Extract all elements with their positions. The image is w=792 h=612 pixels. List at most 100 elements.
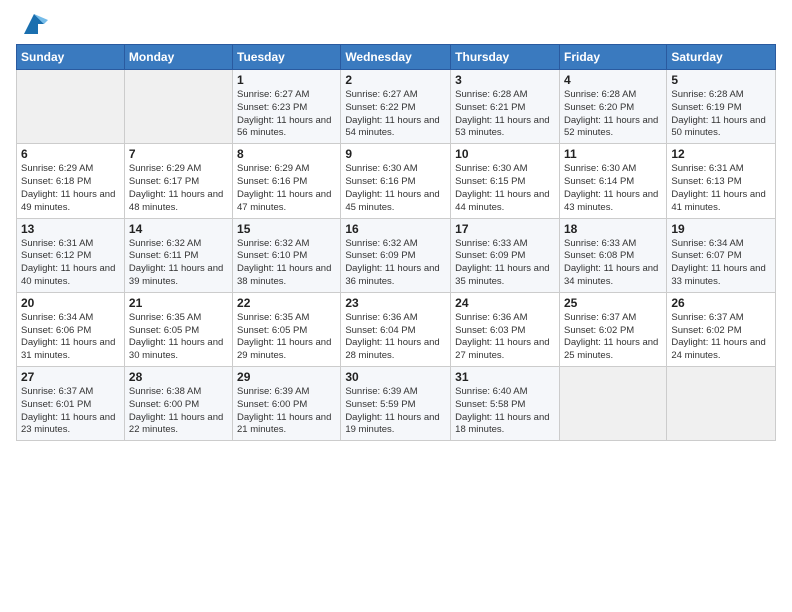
- day-number: 15: [237, 222, 336, 236]
- day-number: 31: [455, 370, 555, 384]
- day-number: 10: [455, 147, 555, 161]
- weekday-header-saturday: Saturday: [667, 45, 776, 70]
- calendar-body: 1Sunrise: 6:27 AMSunset: 6:23 PMDaylight…: [17, 70, 776, 441]
- day-number: 5: [671, 73, 771, 87]
- day-info: Sunrise: 6:28 AMSunset: 6:21 PMDaylight:…: [455, 89, 555, 140]
- day-cell: 5 Sunrise: 6:28 AMSunset: 6:19 PMDaylight…: [667, 70, 776, 144]
- day-info: Sunrise: 6:29 AMSunset: 6:18 PMDaylight:…: [21, 163, 120, 214]
- day-info: Sunrise: 6:31 AMSunset: 6:12 PMDaylight:…: [21, 238, 120, 289]
- day-cell: 14 Sunrise: 6:32 AMSunset: 6:11 PMDayligh…: [124, 218, 232, 292]
- day-number: 25: [564, 296, 662, 310]
- day-cell: [559, 367, 666, 441]
- day-info: Sunrise: 6:34 AMSunset: 6:07 PMDaylight:…: [671, 238, 771, 289]
- day-cell: 17 Sunrise: 6:33 AMSunset: 6:09 PMDayligh…: [451, 218, 560, 292]
- day-cell: 31 Sunrise: 6:40 AMSunset: 5:58 PMDayligh…: [451, 367, 560, 441]
- day-info: Sunrise: 6:32 AMSunset: 6:10 PMDaylight:…: [237, 238, 336, 289]
- day-cell: 10 Sunrise: 6:30 AMSunset: 6:15 PMDayligh…: [451, 144, 560, 218]
- day-number: 8: [237, 147, 336, 161]
- day-cell: 1Sunrise: 6:27 AMSunset: 6:23 PMDaylight…: [233, 70, 341, 144]
- day-info: Sunrise: 6:33 AMSunset: 6:08 PMDaylight:…: [564, 238, 662, 289]
- day-info: Sunrise: 6:37 AMSunset: 6:02 PMDaylight:…: [671, 312, 771, 363]
- weekday-header-friday: Friday: [559, 45, 666, 70]
- logo: [16, 14, 48, 38]
- day-info: Sunrise: 6:28 AMSunset: 6:20 PMDaylight:…: [564, 89, 662, 140]
- day-cell: 30 Sunrise: 6:39 AMSunset: 5:59 PMDayligh…: [341, 367, 451, 441]
- day-info: Sunrise: 6:39 AMSunset: 5:59 PMDaylight:…: [345, 386, 446, 437]
- weekday-header-monday: Monday: [124, 45, 232, 70]
- calendar-header: SundayMondayTuesdayWednesdayThursdayFrid…: [17, 45, 776, 70]
- day-number: 24: [455, 296, 555, 310]
- day-info: Sunrise: 6:31 AMSunset: 6:13 PMDaylight:…: [671, 163, 771, 214]
- day-info: Sunrise: 6:27 AMSunset: 6:23 PMDaylight:…: [237, 89, 336, 140]
- day-number: 17: [455, 222, 555, 236]
- day-number: 21: [129, 296, 228, 310]
- day-info: Sunrise: 6:28 AMSunset: 6:19 PMDaylight:…: [671, 89, 771, 140]
- day-info: Sunrise: 6:40 AMSunset: 5:58 PMDaylight:…: [455, 386, 555, 437]
- day-number: 30: [345, 370, 446, 384]
- day-info: Sunrise: 6:29 AMSunset: 6:17 PMDaylight:…: [129, 163, 228, 214]
- day-number: 28: [129, 370, 228, 384]
- day-number: 14: [129, 222, 228, 236]
- weekday-header-sunday: Sunday: [17, 45, 125, 70]
- day-cell: 15 Sunrise: 6:32 AMSunset: 6:10 PMDayligh…: [233, 218, 341, 292]
- day-info: Sunrise: 6:32 AMSunset: 6:09 PMDaylight:…: [345, 238, 446, 289]
- week-row-1: 1Sunrise: 6:27 AMSunset: 6:23 PMDaylight…: [17, 70, 776, 144]
- week-row-5: 27 Sunrise: 6:37 AMSunset: 6:01 PMDayligh…: [17, 367, 776, 441]
- day-info: Sunrise: 6:35 AMSunset: 6:05 PMDaylight:…: [237, 312, 336, 363]
- header: [16, 10, 776, 38]
- day-number: 9: [345, 147, 446, 161]
- day-info: Sunrise: 6:29 AMSunset: 6:16 PMDaylight:…: [237, 163, 336, 214]
- day-number: 22: [237, 296, 336, 310]
- weekday-row: SundayMondayTuesdayWednesdayThursdayFrid…: [17, 45, 776, 70]
- day-cell: 11 Sunrise: 6:30 AMSunset: 6:14 PMDayligh…: [559, 144, 666, 218]
- day-info: Sunrise: 6:35 AMSunset: 6:05 PMDaylight:…: [129, 312, 228, 363]
- week-row-2: 6 Sunrise: 6:29 AMSunset: 6:18 PMDaylight…: [17, 144, 776, 218]
- day-cell: 8 Sunrise: 6:29 AMSunset: 6:16 PMDaylight…: [233, 144, 341, 218]
- weekday-header-tuesday: Tuesday: [233, 45, 341, 70]
- day-info: Sunrise: 6:27 AMSunset: 6:22 PMDaylight:…: [345, 89, 446, 140]
- day-cell: 2Sunrise: 6:27 AMSunset: 6:22 PMDaylight…: [341, 70, 451, 144]
- day-cell: [667, 367, 776, 441]
- day-number: 26: [671, 296, 771, 310]
- day-info: Sunrise: 6:32 AMSunset: 6:11 PMDaylight:…: [129, 238, 228, 289]
- day-cell: 24 Sunrise: 6:36 AMSunset: 6:03 PMDayligh…: [451, 292, 560, 366]
- day-cell: 22 Sunrise: 6:35 AMSunset: 6:05 PMDayligh…: [233, 292, 341, 366]
- day-info: Sunrise: 6:36 AMSunset: 6:04 PMDaylight:…: [345, 312, 446, 363]
- day-number: 20: [21, 296, 120, 310]
- day-number: 3: [455, 73, 555, 87]
- day-number: 29: [237, 370, 336, 384]
- day-number: 16: [345, 222, 446, 236]
- day-cell: 18Sunrise: 6:33 AMSunset: 6:08 PMDayligh…: [559, 218, 666, 292]
- day-cell: 29 Sunrise: 6:39 AMSunset: 6:00 PMDayligh…: [233, 367, 341, 441]
- week-row-3: 13Sunrise: 6:31 AMSunset: 6:12 PMDayligh…: [17, 218, 776, 292]
- day-cell: 6 Sunrise: 6:29 AMSunset: 6:18 PMDaylight…: [17, 144, 125, 218]
- page: SundayMondayTuesdayWednesdayThursdayFrid…: [0, 0, 792, 612]
- day-number: 12: [671, 147, 771, 161]
- day-number: 7: [129, 147, 228, 161]
- week-row-4: 20Sunrise: 6:34 AMSunset: 6:06 PMDayligh…: [17, 292, 776, 366]
- day-cell: [17, 70, 125, 144]
- calendar-table: SundayMondayTuesdayWednesdayThursdayFrid…: [16, 44, 776, 441]
- day-number: 4: [564, 73, 662, 87]
- day-info: Sunrise: 6:38 AMSunset: 6:00 PMDaylight:…: [129, 386, 228, 437]
- day-info: Sunrise: 6:33 AMSunset: 6:09 PMDaylight:…: [455, 238, 555, 289]
- day-cell: 23Sunrise: 6:36 AMSunset: 6:04 PMDayligh…: [341, 292, 451, 366]
- day-cell: 27 Sunrise: 6:37 AMSunset: 6:01 PMDayligh…: [17, 367, 125, 441]
- day-info: Sunrise: 6:30 AMSunset: 6:14 PMDaylight:…: [564, 163, 662, 214]
- day-cell: 28 Sunrise: 6:38 AMSunset: 6:00 PMDayligh…: [124, 367, 232, 441]
- day-cell: 4 Sunrise: 6:28 AMSunset: 6:20 PMDaylight…: [559, 70, 666, 144]
- day-info: Sunrise: 6:30 AMSunset: 6:16 PMDaylight:…: [345, 163, 446, 214]
- day-cell: 7 Sunrise: 6:29 AMSunset: 6:17 PMDaylight…: [124, 144, 232, 218]
- day-number: 11: [564, 147, 662, 161]
- day-number: 27: [21, 370, 120, 384]
- day-info: Sunrise: 6:39 AMSunset: 6:00 PMDaylight:…: [237, 386, 336, 437]
- day-info: Sunrise: 6:37 AMSunset: 6:01 PMDaylight:…: [21, 386, 120, 437]
- day-cell: 25 Sunrise: 6:37 AMSunset: 6:02 PMDayligh…: [559, 292, 666, 366]
- weekday-header-wednesday: Wednesday: [341, 45, 451, 70]
- day-info: Sunrise: 6:37 AMSunset: 6:02 PMDaylight:…: [564, 312, 662, 363]
- day-cell: 26 Sunrise: 6:37 AMSunset: 6:02 PMDayligh…: [667, 292, 776, 366]
- day-info: Sunrise: 6:30 AMSunset: 6:15 PMDaylight:…: [455, 163, 555, 214]
- day-info: Sunrise: 6:36 AMSunset: 6:03 PMDaylight:…: [455, 312, 555, 363]
- day-number: 6: [21, 147, 120, 161]
- day-cell: 16 Sunrise: 6:32 AMSunset: 6:09 PMDayligh…: [341, 218, 451, 292]
